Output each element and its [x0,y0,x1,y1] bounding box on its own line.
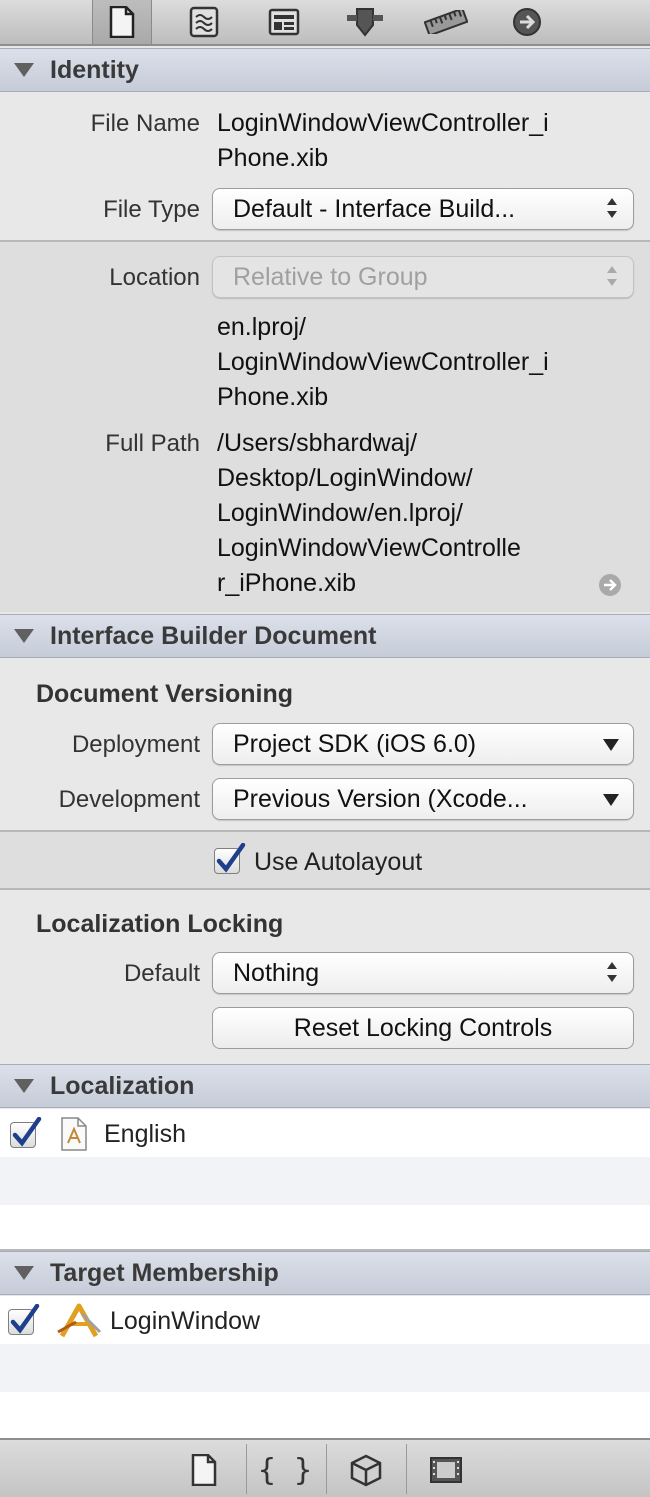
target-membership-header[interactable]: Target Membership [0,1251,650,1295]
disclosure-triangle-icon[interactable] [14,629,34,643]
object-library-icon[interactable] [336,1450,396,1490]
reset-locking-controls-button[interactable]: Reset Locking Controls [212,1007,634,1049]
list-item[interactable]: LoginWindow [0,1296,650,1344]
dropdown-arrow-icon [603,794,619,806]
localization-english-checkbox[interactable] [10,1117,42,1148]
file-template-icon[interactable] [174,1450,234,1490]
development-popup[interactable]: Previous Version (Xcode... [212,778,634,820]
file-name-value: LoginWindowViewController_i Phone.xib [217,109,549,172]
target-membership-list: LoginWindow [0,1296,650,1438]
file-name-label: File Name [90,110,200,137]
full-path-value: /Users/sbhardwaj/ Desktop/LoginWindow/ L… [217,429,521,597]
divider [246,1444,247,1494]
code-snippet-icon[interactable]: { } [255,1450,315,1490]
full-path-label: Full Path [105,430,200,457]
quick-help-icon[interactable] [174,4,234,40]
attributes-inspector-icon[interactable] [335,4,395,40]
target-loginwindow-checkbox[interactable] [8,1304,40,1335]
identity-header[interactable]: Identity [0,48,650,92]
size-inspector-icon[interactable] [416,4,476,40]
identity-inspector-icon[interactable] [254,4,314,40]
empty-list-row [0,1157,650,1205]
location-label: Location [109,264,200,291]
file-inspector-icon[interactable] [92,0,152,44]
development-label: Development [58,786,200,813]
library-toolbar: { } [0,1438,650,1497]
dropdown-arrow-icon [603,739,619,751]
localization-list: English [0,1109,650,1249]
localized-file-icon [58,1117,90,1158]
default-locking-popup[interactable]: Nothing [212,952,634,994]
use-autolayout-label: Use Autolayout [254,848,423,876]
inspector-toolbar [0,0,650,46]
list-item[interactable]: English [0,1109,650,1157]
disclosure-triangle-icon[interactable] [14,1266,34,1280]
empty-list-row [0,1344,650,1392]
app-target-icon [56,1302,102,1347]
file-type-label: File Type [103,196,200,223]
target-item-label: LoginWindow [110,1307,261,1335]
file-type-popup[interactable]: Default - Interface Build... [212,188,634,230]
popup-arrows-icon [607,962,617,984]
disclosure-triangle-icon[interactable] [14,63,34,77]
localization-locking-title: Localization Locking [36,910,284,938]
media-library-icon[interactable] [416,1450,476,1490]
localization-header[interactable]: Localization [0,1064,650,1108]
use-autolayout-checkbox[interactable] [214,843,246,874]
default-label: Default [123,960,200,987]
deployment-popup[interactable]: Project SDK (iOS 6.0) [212,723,634,765]
reveal-in-finder-icon[interactable] [598,573,622,597]
popup-arrows-icon [607,198,617,220]
popup-arrows-icon [607,266,617,288]
localization-item-label: English [104,1120,186,1148]
disclosure-triangle-icon[interactable] [14,1079,34,1093]
divider [326,1444,327,1494]
location-path: en.lproj/ LoginWindowViewController_i Ph… [217,313,549,411]
divider [406,1444,407,1494]
ib-document-header[interactable]: Interface Builder Document [0,614,650,658]
deployment-label: Deployment [71,731,200,758]
connections-inspector-icon[interactable] [497,4,557,40]
location-popup[interactable]: Relative to Group [212,256,634,298]
document-versioning-title: Document Versioning [36,680,293,708]
